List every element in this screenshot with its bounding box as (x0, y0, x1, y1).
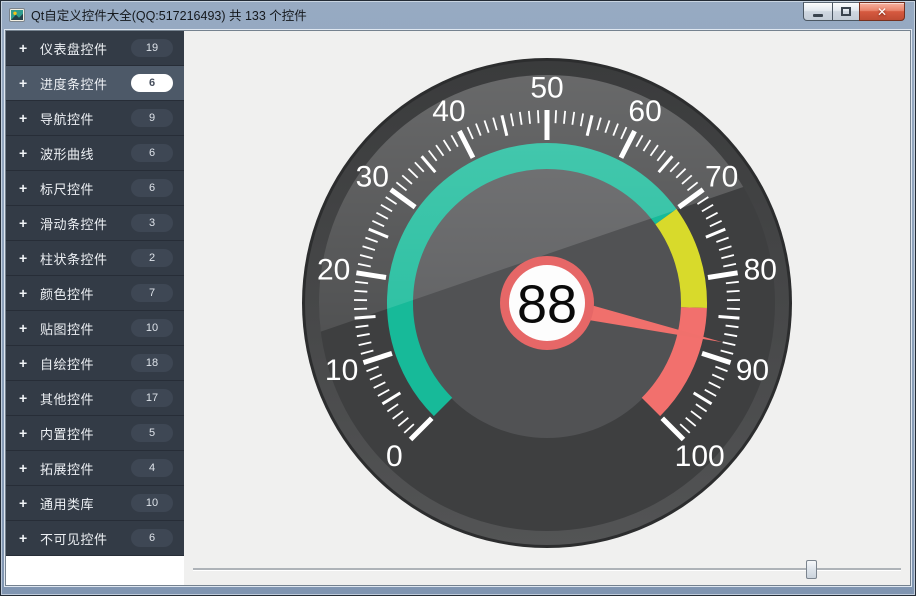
gauge-tick-label: 90 (736, 354, 769, 387)
count-badge: 10 (131, 494, 173, 512)
app-window: Qt自定义控件大全(QQ:517216493) 共 133 个控件 ✕ +仪表盘… (0, 0, 916, 596)
sidebar-item[interactable]: +滑动条控件3 (6, 206, 184, 241)
gauge-svg: 010203040506070809010088 (297, 53, 797, 553)
count-badge: 3 (131, 214, 173, 232)
count-badge: 7 (131, 284, 173, 302)
close-button[interactable]: ✕ (859, 2, 905, 21)
titlebar: Qt自定义控件大全(QQ:517216493) 共 133 个控件 ✕ (1, 1, 915, 28)
plus-icon: + (19, 460, 40, 476)
sidebar-item[interactable]: +内置控件5 (6, 416, 184, 451)
plus-icon: + (19, 250, 40, 266)
count-badge: 6 (131, 179, 173, 197)
sidebar-item-label: 颜色控件 (40, 284, 131, 303)
count-badge: 2 (131, 249, 173, 267)
maximize-button[interactable] (832, 2, 860, 21)
plus-icon: + (19, 145, 40, 161)
plus-icon: + (19, 110, 40, 126)
sidebar-item-label: 柱状条控件 (40, 249, 131, 268)
sidebar-item-label: 自绘控件 (40, 354, 131, 373)
app-icon (9, 7, 25, 23)
sidebar-item[interactable]: +波形曲线6 (6, 136, 184, 171)
plus-icon: + (19, 75, 40, 91)
sidebar-item[interactable]: +柱状条控件2 (6, 241, 184, 276)
sidebar-item[interactable]: +进度条控件6 (6, 66, 184, 101)
sidebar-item[interactable]: +仪表盘控件19 (6, 31, 184, 66)
count-badge: 5 (131, 424, 173, 442)
count-badge: 6 (131, 144, 173, 162)
plus-icon: + (19, 40, 40, 56)
gauge-tick-label: 80 (744, 254, 777, 287)
sidebar-item-label: 导航控件 (40, 109, 131, 128)
plus-icon: + (19, 425, 40, 441)
sidebar-item-label: 仪表盘控件 (40, 39, 131, 58)
plus-icon: + (19, 180, 40, 196)
plus-icon: + (19, 285, 40, 301)
sidebar: +仪表盘控件19+进度条控件6+导航控件9+波形曲线6+标尺控件6+滑动条控件3… (6, 31, 184, 585)
sidebar-item-label: 波形曲线 (40, 144, 131, 163)
gauge-value-slider (193, 560, 901, 579)
count-badge: 18 (131, 354, 173, 372)
sidebar-item-label: 内置控件 (40, 424, 131, 443)
sidebar-item[interactable]: +其他控件17 (6, 381, 184, 416)
sidebar-item-label: 滑动条控件 (40, 214, 131, 233)
slider-row (184, 553, 910, 585)
sidebar-item[interactable]: +贴图控件10 (6, 311, 184, 346)
slider-handle[interactable] (806, 560, 817, 579)
count-badge: 4 (131, 459, 173, 477)
plus-icon: + (19, 530, 40, 546)
sidebar-item[interactable]: +通用类库10 (6, 486, 184, 521)
count-badge: 9 (131, 109, 173, 127)
close-icon: ✕ (877, 6, 887, 18)
sidebar-item-label: 通用类库 (40, 494, 131, 513)
gauge-tick-label: 10 (325, 354, 358, 387)
gauge-tick-label: 0 (386, 440, 403, 473)
sidebar-item[interactable]: +拓展控件4 (6, 451, 184, 486)
client-area: +仪表盘控件19+进度条控件6+导航控件9+波形曲线6+标尺控件6+滑动条控件3… (5, 30, 911, 586)
window-controls: ✕ (804, 2, 905, 21)
main-panel: 010203040506070809010088 (184, 31, 910, 585)
count-badge: 10 (131, 319, 173, 337)
window-title: Qt自定义控件大全(QQ:517216493) 共 133 个控件 (31, 5, 307, 24)
sidebar-item-label: 进度条控件 (40, 74, 131, 93)
minimize-icon (813, 14, 823, 17)
sidebar-item-label: 其他控件 (40, 389, 131, 408)
sidebar-item-label: 标尺控件 (40, 179, 131, 198)
sidebar-item[interactable]: +自绘控件18 (6, 346, 184, 381)
sidebar-item[interactable]: +导航控件9 (6, 101, 184, 136)
sidebar-item-label: 拓展控件 (40, 459, 131, 478)
plus-icon: + (19, 215, 40, 231)
sidebar-item[interactable]: +不可见控件6 (6, 521, 184, 556)
slider-track[interactable] (193, 568, 901, 570)
count-badge: 19 (131, 39, 173, 57)
gauge-tick-label: 100 (675, 440, 725, 473)
maximize-icon (841, 7, 851, 16)
plus-icon: + (19, 495, 40, 511)
plus-icon: + (19, 320, 40, 336)
plus-icon: + (19, 390, 40, 406)
count-badge: 6 (131, 529, 173, 547)
sidebar-item[interactable]: +颜色控件7 (6, 276, 184, 311)
gauge-value: 88 (517, 274, 577, 334)
count-badge: 6 (131, 74, 173, 92)
plus-icon: + (19, 355, 40, 371)
gauge-panel: 010203040506070809010088 (297, 53, 797, 553)
sidebar-item[interactable]: +标尺控件6 (6, 171, 184, 206)
count-badge: 17 (131, 389, 173, 407)
minimize-button[interactable] (803, 2, 833, 21)
sidebar-item-label: 贴图控件 (40, 319, 131, 338)
sidebar-item-label: 不可见控件 (40, 529, 131, 548)
